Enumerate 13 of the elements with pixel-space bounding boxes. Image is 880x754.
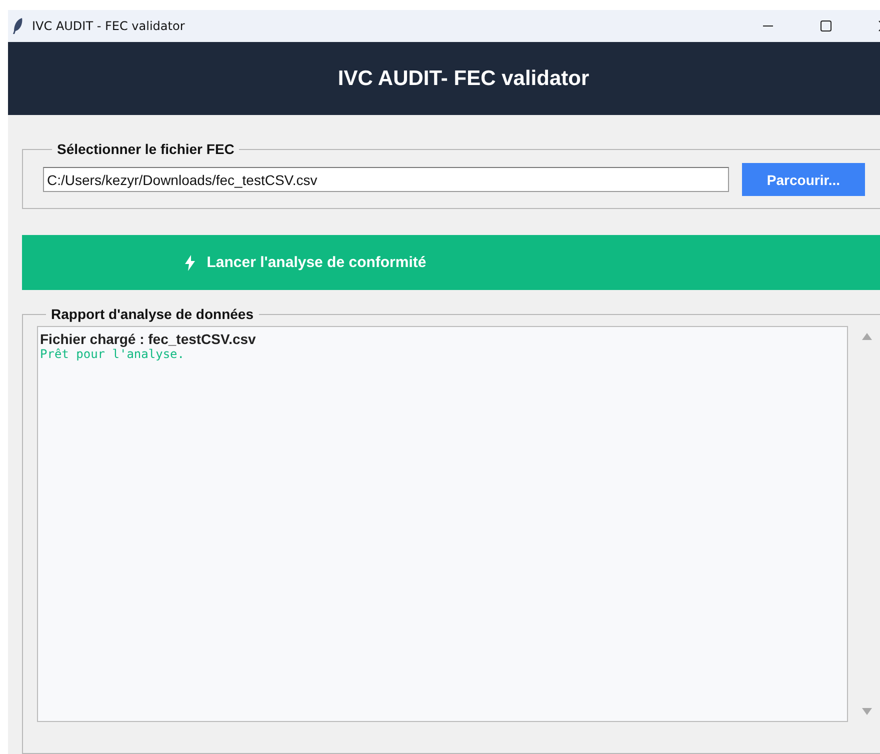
log-line: Prêt pour l'analyse.: [40, 347, 186, 361]
section-legend: Rapport d'analyse de données: [46, 306, 258, 322]
report-text-area[interactable]: Fichier chargé : fec_testCSV.csv Prêt pour l'analyse.: [37, 326, 848, 722]
app-title: IVC AUDIT- FEC validator: [338, 66, 590, 90]
feather-icon: [12, 17, 24, 35]
maximize-icon[interactable]: [820, 20, 832, 32]
window-title: IVC AUDIT - FEC validator: [32, 19, 185, 33]
log-line: Fichier chargé : fec_testCSV.csv: [40, 331, 257, 347]
lightning-icon: [184, 254, 195, 270]
file-path-field[interactable]: C:/Users/kezyr/Downloads/fec_testCSV.csv: [43, 167, 729, 192]
section-legend: Sélectionner le fichier FEC: [52, 141, 240, 157]
analyze-label: Lancer l'analyse de conformité: [206, 254, 426, 271]
browse-button[interactable]: Parcourir...: [742, 163, 865, 196]
